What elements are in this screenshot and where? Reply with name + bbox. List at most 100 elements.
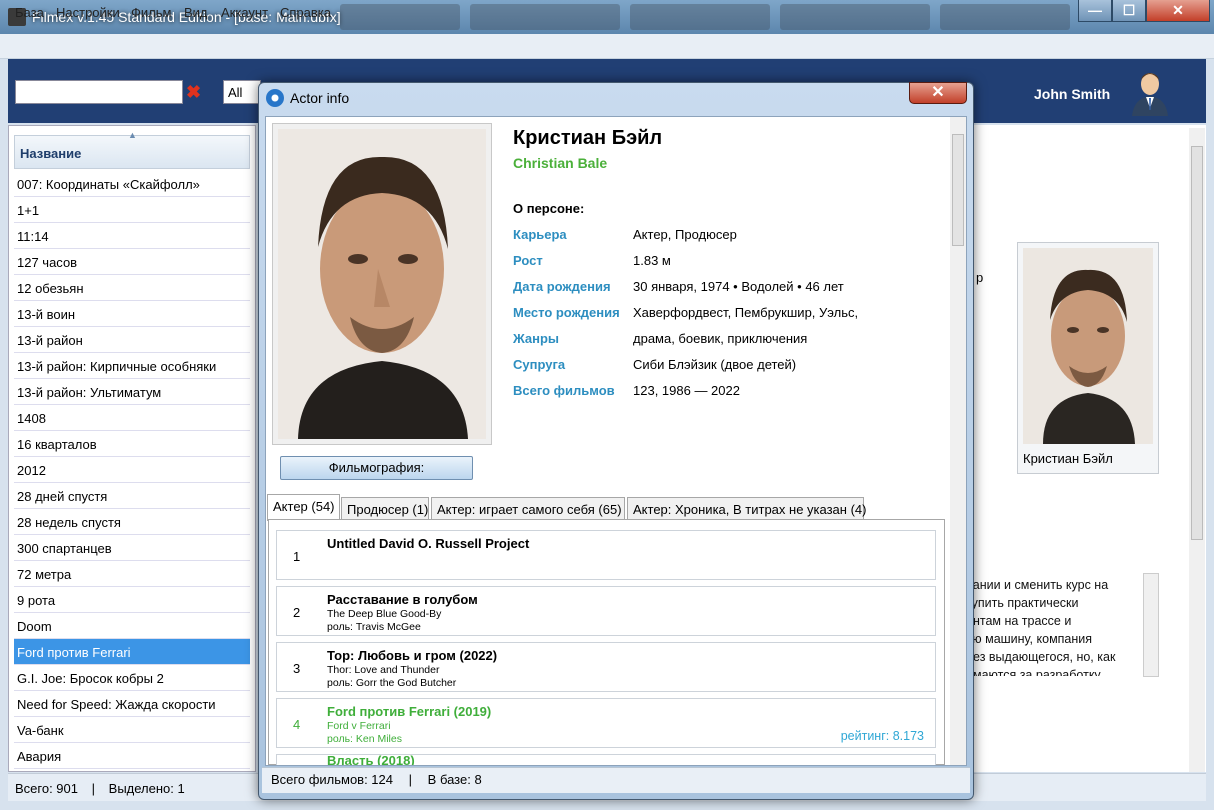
background-tab xyxy=(780,4,930,30)
film-title: Тор: Любовь и гром (2022) xyxy=(327,648,498,663)
filter-select[interactable]: All xyxy=(223,80,261,104)
film-card[interactable]: 3 Тор: Любовь и гром (2022) Thor: Love a… xyxy=(276,642,936,692)
user-avatar-icon[interactable] xyxy=(1128,68,1172,116)
menu-film[interactable]: Фильм xyxy=(131,5,171,20)
film-title: Ford против Ferrari (2019) xyxy=(327,704,492,719)
dialog-app-icon xyxy=(266,89,284,107)
column-header-title[interactable]: Название xyxy=(14,135,250,169)
film-card-in-base[interactable]: Власть (2018) xyxy=(276,754,936,765)
list-item[interactable]: 13-й воин xyxy=(14,301,250,327)
list-item[interactable]: 1+1 xyxy=(14,197,250,223)
tab-actor[interactable]: Актер (54) xyxy=(267,494,340,521)
list-item[interactable]: 2012 xyxy=(14,457,250,483)
menu-help[interactable]: Справка xyxy=(280,5,331,20)
clear-search-icon[interactable]: ✖ xyxy=(186,82,201,103)
label-career: Карьера xyxy=(513,227,567,242)
plot-text: пании и сменить курс на купить практическ… xyxy=(966,578,1116,676)
films-total: Всего фильмов: 124 xyxy=(271,772,394,787)
details-scroll-thumb[interactable] xyxy=(1191,146,1203,540)
list-item[interactable]: Doom xyxy=(14,613,250,639)
filmography-button[interactable]: Фильмография: xyxy=(280,456,473,480)
dialog-title: Actor info xyxy=(290,90,350,106)
list-item[interactable]: 11:14 xyxy=(14,223,250,249)
menu-base[interactable]: База xyxy=(15,5,44,20)
about-heading: О персоне: xyxy=(513,201,585,216)
sort-arrow-icon: ▲ xyxy=(128,130,137,140)
value-spouse: Сиби Блэйзик (двое детей) xyxy=(633,357,797,372)
list-item[interactable]: 007: Координаты «Скайфолл» xyxy=(14,171,250,197)
list-item[interactable]: 127 часов xyxy=(14,249,250,275)
list-item[interactable]: 16 кварталов xyxy=(14,431,250,457)
film-role: роль: Travis McGee xyxy=(327,621,421,633)
total-count: Всего: 901 xyxy=(15,781,79,796)
background-tab xyxy=(630,4,770,30)
side-actor-name: Кристиан Бэйл xyxy=(1023,451,1113,466)
film-number: 2 xyxy=(293,605,301,620)
films-in-base: В базе: 8 xyxy=(427,772,482,787)
label-birth-place: Место рождения xyxy=(513,305,620,320)
film-original-title: The Deep Blue Good-By xyxy=(327,608,442,620)
plot-scrollbar[interactable] xyxy=(1143,573,1159,677)
tab-producer[interactable]: Продюсер (1) xyxy=(341,497,429,520)
selected-count: Выделено: 1 xyxy=(108,781,185,796)
film-original-title: Ford v Ferrari xyxy=(327,720,391,732)
list-item[interactable]: Need for Speed: Жажда скорости xyxy=(14,691,250,717)
list-item[interactable]: 1408 xyxy=(14,405,250,431)
value-genres: драма, боевик, приключения xyxy=(633,331,808,346)
value-total-films: 123, 1986 — 2022 xyxy=(633,383,740,398)
side-actor-card[interactable] xyxy=(1017,242,1159,474)
list-item[interactable]: 13-й район: Кирпичные особняки xyxy=(14,353,250,379)
search-input[interactable] xyxy=(15,80,183,104)
list-item[interactable]: 13-й район xyxy=(14,327,250,353)
list-item[interactable]: 13-й район: Ультиматум xyxy=(14,379,250,405)
film-title: Расставание в голубом xyxy=(327,592,478,607)
film-role: роль: Ken Miles xyxy=(327,733,402,745)
close-button[interactable]: ✕ xyxy=(1146,0,1210,22)
details-text-fragment: р xyxy=(976,270,984,285)
list-item[interactable]: 300 спартанцев xyxy=(14,535,250,561)
value-height: 1.83 м xyxy=(633,253,671,268)
list-item[interactable]: Va-банк xyxy=(14,717,250,743)
list-item[interactable]: G.I. Joe: Бросок кобры 2 xyxy=(14,665,250,691)
film-title: Власть (2018) xyxy=(327,754,415,765)
list-item[interactable]: Авария xyxy=(14,743,250,769)
film-role: роль: Gorr the God Butcher xyxy=(327,677,457,689)
value-career: Актер, Продюсер xyxy=(633,227,737,242)
film-card-in-base[interactable]: 4 Ford против Ferrari (2019) Ford v Ferr… xyxy=(276,698,936,748)
user-name[interactable]: John Smith xyxy=(1034,86,1110,102)
menu-account[interactable]: Аккаунт xyxy=(221,5,268,20)
dialog-close-button[interactable]: ✕ xyxy=(909,82,967,104)
film-rating: рейтинг: 8.173 xyxy=(840,729,924,743)
actor-thumbnail xyxy=(1023,248,1153,444)
background-tab xyxy=(340,4,460,30)
list-item[interactable]: 12 обезьян xyxy=(14,275,250,301)
label-height: Рост xyxy=(513,253,543,268)
film-card[interactable]: 1 Untitled David O. Russell Project xyxy=(276,530,936,580)
list-item[interactable]: 9 рота xyxy=(14,587,250,613)
film-card[interactable]: 2 Расставание в голубом The Deep Blue Go… xyxy=(276,586,936,636)
film-number: 4 xyxy=(293,717,301,732)
menu-view[interactable]: Вид xyxy=(184,5,208,20)
film-number: 1 xyxy=(293,549,301,564)
menu-settings[interactable]: Настройки xyxy=(56,5,120,20)
label-total-films: Всего фильмов xyxy=(513,383,615,398)
maximize-button[interactable]: ☐ xyxy=(1112,0,1146,22)
list-item[interactable]: Ford против Ferrari xyxy=(14,639,250,665)
list-item[interactable]: 28 дней спустя xyxy=(14,483,250,509)
tab-chronicle[interactable]: Актер: Хроника, В титрах не указан (4) xyxy=(627,497,866,520)
list-item[interactable]: 28 недель спустя xyxy=(14,509,250,535)
actor-name-en: Christian Bale xyxy=(513,155,608,171)
film-number: 3 xyxy=(293,661,301,676)
menu-bar xyxy=(0,34,1214,59)
value-birth-date: 30 января, 1974 • Водолей • 46 лет xyxy=(633,279,844,294)
label-spouse: Супруга xyxy=(513,357,566,372)
status-separator: | xyxy=(91,781,96,796)
actor-photo xyxy=(278,129,486,439)
status-separator: | xyxy=(408,772,413,787)
tab-self[interactable]: Актер: играет самого себя (65) xyxy=(431,497,625,520)
dialog-scroll-thumb[interactable] xyxy=(952,134,964,246)
dialog-status-bar: Всего фильмов: 124 | В базе: 8 xyxy=(262,767,970,793)
list-item[interactable]: 72 метра xyxy=(14,561,250,587)
minimize-button[interactable]: — xyxy=(1078,0,1112,22)
label-genres: Жанры xyxy=(513,331,560,346)
